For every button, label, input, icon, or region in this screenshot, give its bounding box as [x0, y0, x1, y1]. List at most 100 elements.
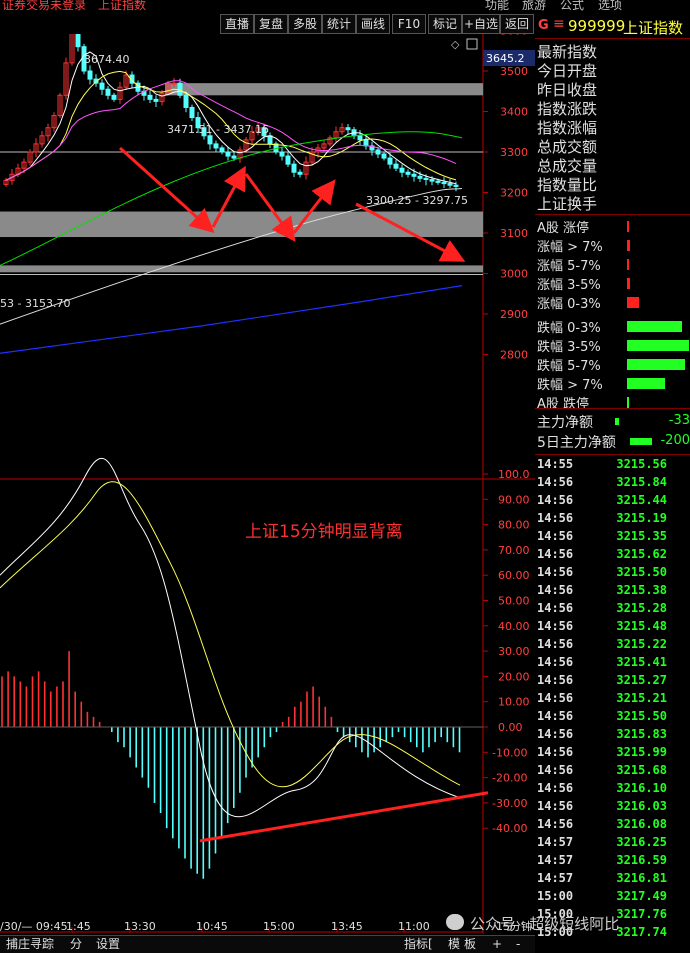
tick-row[interactable]: 14:56 3215.28: [535, 601, 690, 619]
price-tick-label: 3200: [500, 187, 528, 200]
candle-body: [441, 181, 447, 185]
tick-row[interactable]: 14:57 3216.59: [535, 853, 690, 871]
tick-row[interactable]: 14:56 3215.22: [535, 637, 690, 655]
maximize-icon[interactable]: [466, 38, 478, 50]
time-label: 10:45: [196, 920, 228, 933]
tick-row[interactable]: 14:56 3215.35: [535, 529, 690, 547]
draw-line-button[interactable]: 画线: [356, 14, 390, 34]
statistics-button[interactable]: 统计: [322, 14, 356, 34]
stat-label: 今日开盘: [537, 62, 598, 80]
distribution-label: 跌幅 5-7%: [537, 359, 601, 374]
tab-settings[interactable]: 设置: [96, 936, 120, 952]
candle-body: [405, 171, 411, 175]
diamond-icon[interactable]: ◇: [451, 38, 460, 51]
mark-button[interactable]: 标记: [428, 14, 462, 34]
tab-indicator[interactable]: 指标[: [404, 936, 433, 952]
macd-tick-label: 20.00: [498, 670, 530, 683]
distribution-label: 涨幅 5-7%: [537, 259, 601, 274]
tick-time: 15:00: [537, 889, 574, 903]
tick-price: 3215.68: [616, 763, 667, 777]
candle-body: [291, 163, 297, 173]
replay-button[interactable]: 复盘: [254, 14, 288, 34]
zoom-out-button[interactable]: -: [516, 936, 520, 952]
candle-body: [267, 135, 273, 145]
tick-row[interactable]: 15:00 3217.49: [535, 889, 690, 907]
tick-row[interactable]: 14:56 3215.38: [535, 583, 690, 601]
distribution-label: A股 涨停: [537, 221, 590, 236]
capital-label: 5日主力净额: [537, 435, 616, 451]
multi-stock-button[interactable]: 多股: [288, 14, 322, 34]
candle-body: [231, 155, 237, 159]
menu-travel[interactable]: 旅游: [522, 0, 546, 13]
distribution-bar: [627, 297, 639, 308]
tick-row[interactable]: 14:56 3215.62: [535, 547, 690, 565]
tick-row[interactable]: 14:56 3215.19: [535, 511, 690, 529]
f10-button[interactable]: F10: [392, 14, 426, 34]
menu-login-status[interactable]: 证券交易未登录: [2, 0, 86, 13]
tick-time: 14:57: [537, 871, 574, 885]
tick-row[interactable]: 14:56 3215.68: [535, 763, 690, 781]
tick-row[interactable]: 14:56 3216.03: [535, 799, 690, 817]
macd-tick-label: -30.00: [492, 797, 527, 810]
tick-row[interactable]: 14:56 3215.84: [535, 475, 690, 493]
tick-price: 3216.03: [616, 799, 667, 813]
menu-icon[interactable]: ≡: [553, 16, 565, 32]
tick-time: 14:56: [537, 511, 574, 525]
candle-body: [435, 180, 441, 183]
tick-row[interactable]: 14:57 3216.25: [535, 835, 690, 853]
tick-row[interactable]: 14:56 3215.27: [535, 673, 690, 691]
tab-track-main-force[interactable]: 捕庄寻踪: [6, 936, 54, 952]
menu-formula[interactable]: 公式: [560, 0, 584, 13]
distribution-label: 涨幅 0-3%: [537, 297, 601, 312]
stat-label: 指数涨幅: [537, 119, 598, 137]
tick-time: 14:56: [537, 565, 574, 579]
live-button[interactable]: 直播: [220, 14, 254, 34]
tick-row[interactable]: 14:56 3216.10: [535, 781, 690, 799]
time-label: 13:30: [124, 920, 156, 933]
resistance-bands: [0, 83, 483, 275]
tab-template[interactable]: 模: [448, 936, 460, 952]
menu-function[interactable]: 功能: [485, 0, 509, 13]
back-button[interactable]: 返回: [500, 14, 534, 34]
macd-tick-label: 100.0: [498, 468, 530, 481]
tick-price: 3215.35: [616, 529, 667, 543]
distribution-bar: [627, 259, 629, 270]
tick-row[interactable]: 14:56 3215.50: [535, 565, 690, 583]
candle-body: [357, 135, 363, 141]
tick-row[interactable]: 14:56 3215.83: [535, 727, 690, 745]
tick-row[interactable]: 14:56 3215.48: [535, 619, 690, 637]
candle-body: [213, 143, 219, 149]
tick-time: 14:56: [537, 745, 574, 759]
menu-options[interactable]: 选项: [598, 0, 622, 13]
tick-row[interactable]: 14:55 3215.56: [535, 457, 690, 475]
candle-body: [171, 82, 177, 85]
zoom-in-button[interactable]: +: [492, 936, 502, 952]
menu-index-name[interactable]: 上证指数: [98, 0, 146, 13]
tab-minute[interactable]: 分: [70, 936, 82, 952]
tick-time: 14:56: [537, 781, 574, 795]
tab-board[interactable]: 板: [464, 936, 476, 952]
tick-row[interactable]: 14:56 3215.50: [535, 709, 690, 727]
tick-price: 3215.48: [616, 619, 667, 633]
tick-row[interactable]: 14:56 3215.21: [535, 691, 690, 709]
quote-header: G ≡ 999999 上证指数: [535, 14, 690, 39]
tick-row[interactable]: 14:56 3215.44: [535, 493, 690, 511]
tick-row[interactable]: 14:56 3215.99: [535, 745, 690, 763]
price-tick-label: 2800: [500, 349, 528, 362]
price-tick-label: 3000: [500, 268, 528, 281]
tick-price: 3215.56: [616, 457, 667, 471]
add-watchlist-button[interactable]: +自选: [462, 14, 500, 34]
tick-price: 3215.28: [616, 601, 667, 615]
tick-price: 3215.27: [616, 673, 667, 687]
watermark-text: 公众号 · 超级短线阿比: [470, 915, 620, 933]
tick-row[interactable]: 14:56 3215.41: [535, 655, 690, 673]
kline-chart[interactable]: 3674.40 3471.51 - 3437.16 3300.25 - 3297…: [0, 34, 535, 934]
candle-body: [189, 106, 195, 119]
tick-time: 14:56: [537, 763, 574, 777]
tick-row[interactable]: 14:57 3216.81: [535, 871, 690, 889]
tick-time: 14:56: [537, 817, 574, 831]
distribution-bar: [627, 278, 630, 289]
tick-row[interactable]: 14:56 3216.08: [535, 817, 690, 835]
price-tick-label: 2900: [500, 308, 528, 321]
candle-body: [363, 139, 369, 147]
